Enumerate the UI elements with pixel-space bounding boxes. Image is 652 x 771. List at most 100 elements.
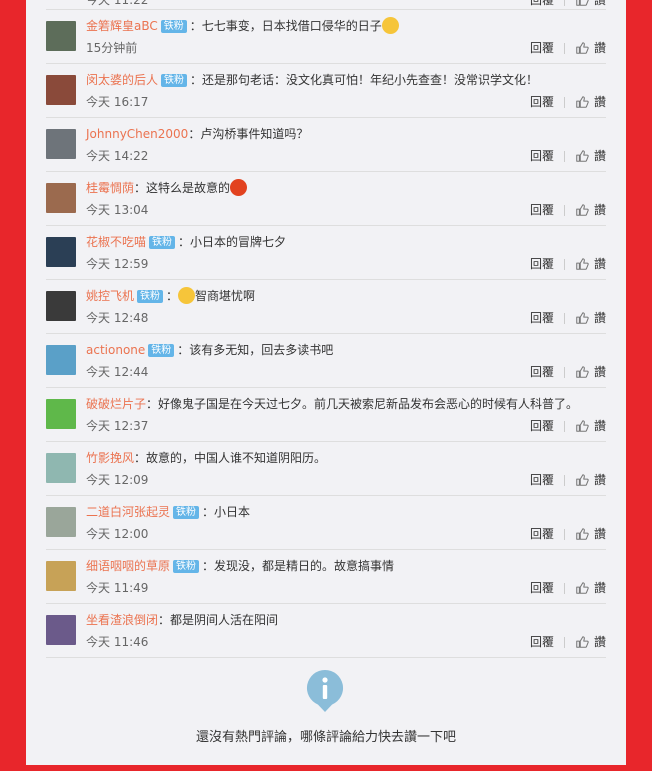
comment-time: 今天 11:46 (86, 635, 149, 649)
fan-badge[interactable]: 铁粉 (149, 236, 176, 249)
avatar[interactable] (46, 129, 76, 159)
thumbs-up-icon[interactable] (575, 581, 589, 595)
comment-text: ：好像鬼子国是在今天过七夕。前几天被索尼新品发布会恶心的时候有人科普了。 (146, 397, 579, 411)
comment-text: ： (166, 289, 179, 303)
comment-actions: 回覆 讚 (530, 634, 606, 650)
divider (563, 96, 565, 108)
comment-text: ：小日本的冒牌七夕 (178, 235, 287, 249)
like-button[interactable]: 讚 (594, 526, 606, 542)
like-button[interactable]: 讚 (594, 40, 606, 56)
comment-row: actionone 铁粉 ：该有多无知，回去多读书吧 今天 12:44 回覆 讚 (46, 334, 606, 388)
comment-time: 今天 12:37 (86, 419, 149, 433)
thumbs-up-icon[interactable] (575, 41, 589, 55)
comment-line: JohnnyChen2000：卢沟桥事件知道吗？ (86, 124, 606, 144)
comment-row: 桂霉惆荫：这特么是故意的 今天 13:04 回覆 讚 (46, 172, 606, 226)
username-link[interactable]: 坐看渣浪倒闭 (86, 613, 158, 627)
comment-time: 今天 13:04 (86, 203, 149, 217)
username-link[interactable]: JohnnyChen2000 (86, 127, 188, 141)
reply-button[interactable]: 回覆 (530, 418, 554, 434)
reply-button[interactable]: 回覆 (530, 526, 554, 542)
reply-button[interactable]: 回覆 (530, 634, 554, 650)
reply-button[interactable]: 回覆 (530, 472, 554, 488)
avatar[interactable] (46, 399, 76, 429)
fan-badge[interactable]: 铁粉 (173, 560, 200, 573)
avatar[interactable] (46, 453, 76, 483)
username-link[interactable]: 细语咽咽的草原 (86, 559, 170, 573)
like-button[interactable]: 讚 (594, 310, 606, 326)
thumbs-up-icon[interactable] (575, 95, 589, 109)
fan-badge[interactable]: 铁粉 (137, 290, 164, 303)
like-button[interactable]: 讚 (594, 472, 606, 488)
comment-time: 今天 14:22 (86, 149, 149, 163)
reply-button[interactable]: 回覆 (530, 94, 554, 110)
reply-button[interactable]: 回覆 (530, 148, 554, 164)
comment-text: ：都是阴间人活在阳间 (158, 613, 279, 627)
thumbs-up-icon[interactable] (575, 635, 589, 649)
like-button[interactable]: 讚 (594, 364, 606, 380)
thumbs-up-icon[interactable] (575, 311, 589, 325)
divider (563, 420, 565, 432)
comment-line: 桂霉惆荫：这特么是故意的 (86, 178, 606, 198)
like-button[interactable]: 讚 (594, 418, 606, 434)
reply-button[interactable]: 回覆 (530, 310, 554, 326)
avatar[interactable] (46, 183, 76, 213)
thumbs-up-icon[interactable] (575, 149, 589, 163)
username-link[interactable]: 竹影挽风 (86, 451, 134, 465)
fan-badge[interactable]: 铁粉 (161, 74, 188, 87)
divider (563, 312, 565, 324)
reply-button[interactable]: 回覆 (530, 580, 554, 596)
comment-text: ：这特么是故意的 (134, 181, 231, 195)
comment-text: ：发现没，都是精日的。故意搞事情 (202, 559, 395, 573)
like-button[interactable]: 讚 (594, 202, 606, 218)
reply-button[interactable]: 回覆 (530, 40, 554, 56)
comment-actions: 回覆 讚 (530, 0, 606, 8)
avatar[interactable] (46, 345, 76, 375)
comment-time: 今天 12:59 (86, 257, 149, 271)
comment-row: 花椒不吃喵 铁粉 ：小日本的冒牌七夕 今天 12:59 回覆 讚 (46, 226, 606, 280)
username-link[interactable]: 闵太婆的后人 (86, 73, 158, 87)
reply-button[interactable]: 回覆 (530, 364, 554, 380)
comment-text-after: 智商堪忧啊 (195, 289, 256, 303)
reply-button[interactable]: 回覆 (530, 202, 554, 218)
like-button[interactable]: 讚 (594, 0, 606, 8)
like-button[interactable]: 讚 (594, 580, 606, 596)
like-button[interactable]: 讚 (594, 94, 606, 110)
username-link[interactable]: 破破烂片子 (86, 397, 146, 411)
like-button[interactable]: 讚 (594, 634, 606, 650)
comment-time: 今天 16:17 (86, 95, 149, 109)
fan-badge[interactable]: 铁粉 (148, 344, 175, 357)
reply-button[interactable]: 回覆 (530, 256, 554, 272)
thumbs-up-icon[interactable] (575, 527, 589, 541)
avatar[interactable] (46, 291, 76, 321)
thumbs-up-icon[interactable] (575, 473, 589, 487)
comment-line: actionone 铁粉 ：该有多无知，回去多读书吧 (86, 340, 606, 360)
comment-text: ：还是那句老话：没文化真可怕！年纪小先查查！没常识学文化！ (190, 73, 539, 87)
like-button[interactable]: 讚 (594, 256, 606, 272)
avatar[interactable] (46, 561, 76, 591)
like-button[interactable]: 讚 (594, 148, 606, 164)
username-link[interactable]: 花椒不吃喵 (86, 235, 146, 249)
username-link[interactable]: 金箬辉皇aBC (86, 19, 158, 33)
fan-badge[interactable]: 铁粉 (160, 20, 187, 33)
avatar[interactable] (46, 615, 76, 645)
comment-row: 闵太婆的后人 铁粉 ：还是那句老话：没文化真可怕！年纪小先查查！没常识学文化！ 今天… (46, 64, 606, 118)
comment-time: 15分钟前 (86, 41, 138, 55)
reply-button[interactable]: 回覆 (530, 0, 554, 8)
avatar[interactable] (46, 507, 76, 537)
thumbs-up-icon[interactable] (575, 0, 589, 7)
username-link[interactable]: 桂霉惆荫 (86, 181, 134, 195)
thumbs-up-icon[interactable] (575, 419, 589, 433)
comment-line: 破破烂片子：好像鬼子国是在今天过七夕。前几天被索尼新品发布会恶心的时候有人科普了… (86, 394, 606, 414)
thumbs-up-icon[interactable] (575, 365, 589, 379)
username-link[interactable]: 二道白河张起灵 (86, 505, 170, 519)
fan-badge[interactable]: 铁粉 (173, 506, 200, 519)
avatar[interactable] (46, 237, 76, 267)
comment-actions: 回覆 讚 (530, 94, 606, 110)
avatar[interactable] (46, 75, 76, 105)
username-link[interactable]: 姚控飞机 (86, 289, 134, 303)
divider (563, 636, 565, 648)
avatar[interactable] (46, 21, 76, 51)
thumbs-up-icon[interactable] (575, 203, 589, 217)
thumbs-up-icon[interactable] (575, 257, 589, 271)
username-link[interactable]: actionone (86, 343, 145, 357)
